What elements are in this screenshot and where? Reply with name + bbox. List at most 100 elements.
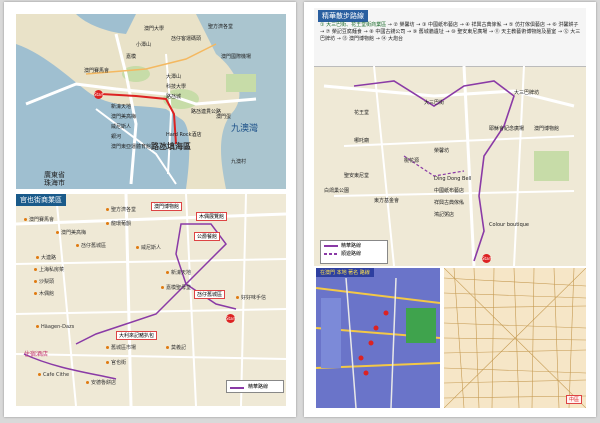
map2-place[interactable]: 木偶館 xyxy=(34,290,54,297)
map1-place[interactable]: 氹仔客運碼頭 xyxy=(171,36,201,42)
map2-place[interactable]: 新濠天地 xyxy=(166,269,191,276)
map1-place[interactable]: Hard Rock酒店 xyxy=(166,132,202,138)
map2-place[interactable]: 聖方濟各堂 xyxy=(106,206,136,213)
map2-place[interactable]: 莫義記 xyxy=(166,344,186,351)
map3-stop[interactable]: ⑤ 仿打傢俱藝店 xyxy=(509,22,545,28)
map3-place[interactable]: 祥興古典傢俬 xyxy=(434,200,464,206)
map3-place[interactable]: 花王堂 xyxy=(354,110,369,116)
map3-place[interactable]: 中國紙布藝店 xyxy=(434,188,464,194)
map3-stop[interactable]: ③ 中國紙布藝店 xyxy=(422,22,458,28)
map3-stop[interactable]: ⑩ 聖安東尼廣場 xyxy=(451,29,487,35)
map1-place[interactable]: 澳門美高梅 xyxy=(111,114,136,120)
map-colored-overview[interactable]: 在澳門 本地 著名 路線 xyxy=(316,268,440,408)
map3-legend-solid xyxy=(324,245,338,247)
map3-place[interactable]: 聖安東尼堂 xyxy=(344,173,369,179)
map4-overview xyxy=(316,277,440,408)
map1-start-marker[interactable]: Start xyxy=(94,90,104,99)
map3-legend-label-2: 順遊路線 xyxy=(341,251,362,257)
map2-place[interactable]: 龍環葡韻 xyxy=(106,220,131,227)
map3-place[interactable]: 東方基金會 xyxy=(374,198,399,204)
map3-stop[interactable]: ⑦ 榮記豆腐麵食 xyxy=(326,29,362,35)
map2-place[interactable]: 澳門賽馬會 xyxy=(24,216,54,223)
map1-place[interactable]: 威尼斯人 xyxy=(111,124,131,130)
map1-place[interactable]: 路氹城 xyxy=(166,94,181,100)
left-page: 澳門賽馬會 氹仔客運碼頭 澳門大學 聖方濟各堂 新濠天地 澳門美高梅 威尼斯人 … xyxy=(4,2,296,417)
map3-place[interactable]: 大三巴牌坊 xyxy=(514,90,539,96)
map3-streets xyxy=(323,66,575,266)
map3-stop[interactable]: ② 榮馨坊 xyxy=(393,22,414,28)
map2-place[interactable]: 氹仔舊城區 xyxy=(76,242,106,249)
map1-place[interactable]: 澳門賽馬會 xyxy=(84,68,109,74)
map1-sea-label: 九澳灣 xyxy=(231,124,259,134)
map2-place[interactable]: 沙梨頭 xyxy=(34,278,54,285)
map2-place[interactable]: 舊城區市場 xyxy=(106,344,136,351)
map1-place[interactable]: 澳門大學 xyxy=(144,26,164,32)
map3-legend-label-1: 精華路線 xyxy=(341,243,362,249)
right-page: 精華散步路線 ① 大三巴街、花王堂街商業區 → ② 榮馨坊 → ③ 中國紙布藝店… xyxy=(304,2,596,417)
map5-streets xyxy=(444,268,586,408)
map2-highlight[interactable]: 木偶展覽館 xyxy=(196,212,228,221)
map1-place[interactable]: 大潭山 xyxy=(166,74,181,80)
map3-place[interactable]: 哪吒廟 xyxy=(354,138,369,144)
map1-place[interactable]: 九澳村 xyxy=(231,159,246,165)
map3-stop[interactable]: ① 大三巴街、花王堂街商業區 xyxy=(320,22,386,28)
map2-place[interactable]: 安德魯餅店 xyxy=(86,379,116,386)
map2-title: 官也街商業區 xyxy=(16,194,66,206)
map1-place[interactable]: 嘉模 xyxy=(126,54,136,60)
map3-stop[interactable]: ⑨ 舊城牆遺址 xyxy=(413,29,444,35)
map1-place[interactable]: 銀河 xyxy=(111,134,121,140)
map3-stop[interactable]: ⑪ 天主教藝術博物館及墓室 xyxy=(495,29,557,35)
map2-place[interactable]: 大連路 xyxy=(36,254,56,261)
map3-place[interactable]: 鴻記粥店 xyxy=(434,212,454,218)
map2-place[interactable]: 上海私房菜 xyxy=(34,266,64,273)
map2-place[interactable]: Cafe Cithe xyxy=(38,372,69,378)
map3-legend: 精華路線 順遊路線 xyxy=(320,240,388,264)
map3-place[interactable]: 耶穌會紀念廣場 xyxy=(489,126,524,132)
map2-place[interactable]: 好好味手信 xyxy=(236,294,266,301)
map1-place[interactable]: 新濠天地 xyxy=(111,104,131,110)
map3-place[interactable]: 大三巴街 xyxy=(424,100,444,106)
map2-hotel-label: 住宿酒店 xyxy=(24,351,49,358)
map3-start-marker[interactable]: Start xyxy=(482,254,492,263)
map2-highlight[interactable]: 澳門博物館 xyxy=(151,202,183,211)
map1-region-label: 珠海市 xyxy=(44,179,65,187)
map3-place[interactable]: 桃花源 xyxy=(404,158,419,164)
map1-place[interactable]: 澳門國際機場 xyxy=(221,54,251,60)
map3-stop[interactable]: ⑥ 洪馨餅子 xyxy=(552,22,578,28)
map3-place[interactable]: Ding Dong Bell xyxy=(434,176,471,182)
map3-stop[interactable]: ⑬ 澳門博物館 xyxy=(342,36,374,42)
map2-legend-line xyxy=(230,387,244,389)
map2-place[interactable]: 嘉模聖母堂 xyxy=(161,284,191,291)
map3-place[interactable]: 澳門博物館 xyxy=(534,126,559,132)
map2-highlight[interactable]: 大利來記豬扒包 xyxy=(116,331,158,340)
map2-highlight[interactable]: 公爵餐館 xyxy=(194,232,221,241)
map2-highlight[interactable]: 氹仔舊城區 xyxy=(194,290,226,299)
map-central-district[interactable]: 中區 xyxy=(444,268,586,408)
map1-place[interactable]: 科技大學 xyxy=(166,84,186,90)
map1-place[interactable]: 澳門東亞運體育館 xyxy=(111,144,151,150)
map3-legend-dashed xyxy=(324,253,338,255)
map1-place[interactable]: 小潭山 xyxy=(136,42,151,48)
map3-place[interactable]: 白鴿巢公園 xyxy=(324,188,349,194)
map3-stop[interactable]: ④ 祥興古典傢俬 xyxy=(465,22,501,28)
map2-place[interactable]: 威尼斯人 xyxy=(136,244,161,251)
map5-badge: 中區 xyxy=(565,395,582,404)
map3-place[interactable]: 榮馨坊 xyxy=(434,148,449,154)
map1-region-label: 廣東省 xyxy=(44,171,65,179)
map-taipa-village[interactable]: 官也街商業區 澳門賽馬會 澳門美高梅 氹仔舊城區 大連路 上海私房菜 沙梨頭 木… xyxy=(16,194,286,406)
map2-place[interactable]: 官也街 xyxy=(106,359,126,366)
map1-place[interactable]: 聖方濟各堂 xyxy=(208,24,233,30)
map3-stop[interactable]: ⑭ 大炮台 xyxy=(381,36,403,42)
map3-stop-list: ① 大三巴街、花王堂街商業區 → ② 榮馨坊 → ③ 中國紙布藝店 → ④ 祥興… xyxy=(320,22,581,42)
map3-stop[interactable]: ⑧ 中國古錢公司 xyxy=(369,29,405,35)
map1-district-label: 路氹填海區 xyxy=(151,142,191,151)
map-walking-route[interactable]: 精華散步路線 ① 大三巴街、花王堂街商業區 → ② 榮馨坊 → ③ 中國紙布藝店… xyxy=(314,8,586,266)
map3-header: 精華散步路線 ① 大三巴街、花王堂街商業區 → ② 榮馨坊 → ③ 中國紙布藝店… xyxy=(314,8,586,67)
map3-place[interactable]: Colour boutique xyxy=(489,222,529,228)
map-taipa-cotai[interactable]: 澳門賽馬會 氹仔客運碼頭 澳門大學 聖方濟各堂 新濠天地 澳門美高梅 威尼斯人 … xyxy=(16,14,286,189)
map2-place[interactable]: 澳門美高梅 xyxy=(56,229,86,236)
map1-place[interactable]: 澳門蛋 xyxy=(216,114,231,120)
map3-title: 精華散步路線 xyxy=(318,10,368,22)
map2-start-marker[interactable]: Start xyxy=(226,314,236,323)
map2-place[interactable]: Häagen-Dazs xyxy=(36,324,74,330)
